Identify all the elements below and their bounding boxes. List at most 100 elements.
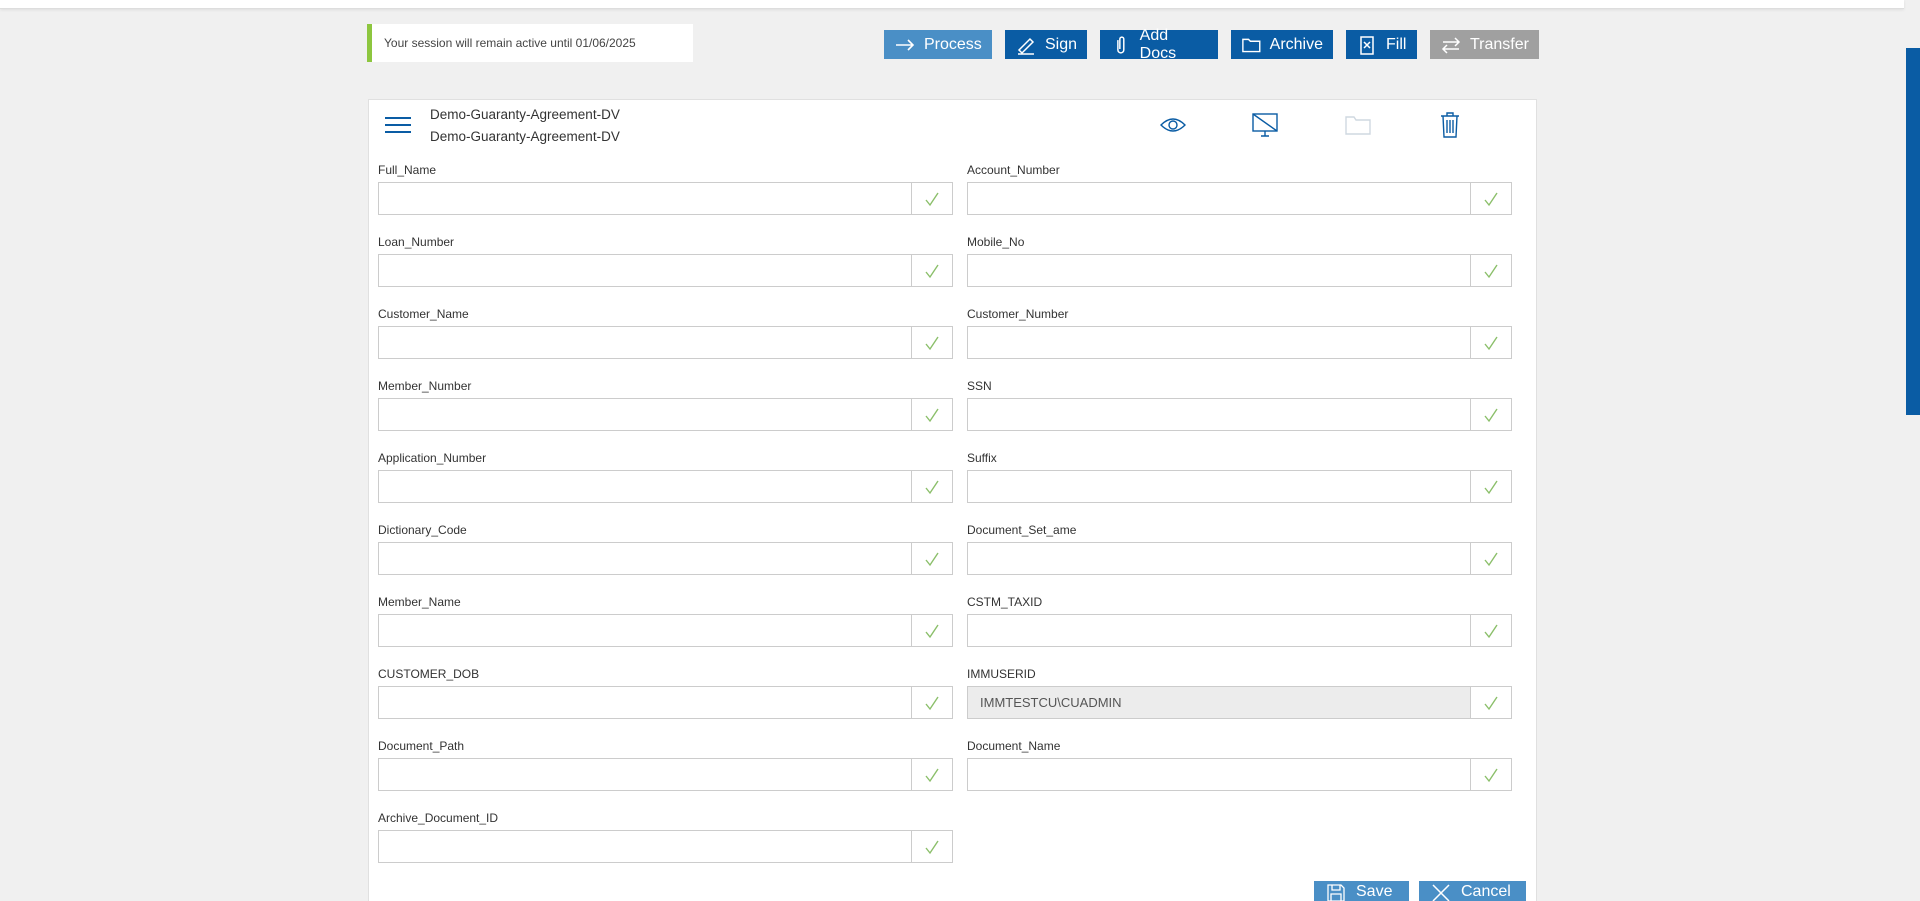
ssn-input[interactable] xyxy=(968,399,1470,430)
application-number-label: Application_Number xyxy=(378,451,487,465)
full-name-input-wrapper xyxy=(378,182,953,215)
customer-name-field-group: Customer_Name xyxy=(378,307,953,359)
member-name-label: Member_Name xyxy=(378,595,461,609)
suffix-input-wrapper xyxy=(967,470,1512,503)
account-number-label: Account_Number xyxy=(967,163,1060,177)
member-name-input-wrapper xyxy=(378,614,953,647)
checkmark-icon xyxy=(911,687,952,718)
fill-form-icon xyxy=(1360,35,1374,55)
checkmark-icon xyxy=(911,543,952,574)
cancel-button[interactable]: Cancel xyxy=(1419,881,1526,901)
folder-icon[interactable] xyxy=(1342,110,1374,140)
eye-icon[interactable] xyxy=(1157,110,1189,140)
archive-document-id-input[interactable] xyxy=(379,831,911,862)
application-number-input[interactable] xyxy=(379,471,911,502)
checkmark-icon xyxy=(1470,687,1511,718)
action-toolbar: Process Sign Add Docs Archive Fill Trans… xyxy=(884,27,1552,62)
mobile-no-field-group: Mobile_No xyxy=(967,235,1512,287)
customer-name-label: Customer_Name xyxy=(378,307,469,321)
pen-icon xyxy=(1017,37,1035,55)
add-docs-button[interactable]: Add Docs xyxy=(1100,27,1218,62)
member-number-field-group: Member_Number xyxy=(378,379,953,431)
loan-number-label: Loan_Number xyxy=(378,235,455,249)
document-title: Demo-Guaranty-Agreement-DV xyxy=(430,107,620,122)
save-button[interactable]: Save xyxy=(1314,881,1409,901)
immuserid-label: IMMUSERID xyxy=(967,667,1036,681)
fill-button[interactable]: Fill xyxy=(1346,30,1417,59)
suffix-field-group: Suffix xyxy=(967,451,1512,503)
loan-number-field-group: Loan_Number xyxy=(378,235,953,287)
checkmark-icon xyxy=(1470,759,1511,790)
cstm-taxid-field-group: CSTM_TAXID xyxy=(967,595,1512,647)
hamburger-icon[interactable] xyxy=(385,117,411,135)
archive-document-id-field-group: Archive_Document_ID xyxy=(378,811,953,863)
document-set-name-label: Document_Set_ame xyxy=(967,523,1077,537)
archive-document-id-label: Archive_Document_ID xyxy=(378,811,499,825)
cstm-taxid-input[interactable] xyxy=(968,615,1470,646)
mobile-no-input[interactable] xyxy=(968,255,1470,286)
fill-label: Fill xyxy=(1386,35,1407,53)
monitor-off-icon[interactable] xyxy=(1249,110,1281,140)
member-name-input[interactable] xyxy=(379,615,911,646)
member-number-input-wrapper xyxy=(378,398,953,431)
document-path-input[interactable] xyxy=(379,759,911,790)
immuserid-input xyxy=(968,687,1470,718)
checkmark-icon xyxy=(911,327,952,358)
checkmark-icon xyxy=(911,255,952,286)
dictionary-code-field-group: Dictionary_Code xyxy=(378,523,953,575)
floppy-icon xyxy=(1327,884,1345,901)
top-bar xyxy=(0,0,1904,9)
checkmark-icon xyxy=(1470,183,1511,214)
application-number-input-wrapper xyxy=(378,470,953,503)
cstm-taxid-input-wrapper xyxy=(967,614,1512,647)
sign-button[interactable]: Sign xyxy=(1005,30,1087,59)
archive-button[interactable]: Archive xyxy=(1231,30,1333,59)
process-button[interactable]: Process xyxy=(884,30,992,59)
customer-number-label: Customer_Number xyxy=(967,307,1069,321)
swap-arrows-icon xyxy=(1441,36,1461,54)
arrow-right-icon xyxy=(896,38,915,51)
document-set-name-input[interactable] xyxy=(968,543,1470,574)
session-text: Your session will remain active until 01… xyxy=(384,36,636,50)
member-name-field-group: Member_Name xyxy=(378,595,953,647)
member-number-input[interactable] xyxy=(379,399,911,430)
document-name-label: Document_Name xyxy=(967,739,1061,753)
checkmark-icon xyxy=(1470,255,1511,286)
paperclip-icon xyxy=(1117,35,1125,54)
dictionary-code-input[interactable] xyxy=(379,543,911,574)
sign-label: Sign xyxy=(1044,35,1077,53)
immuserid-field-group: IMMUSERID xyxy=(967,667,1512,719)
trash-icon[interactable] xyxy=(1434,110,1466,140)
save-label: Save xyxy=(1356,883,1393,900)
customer-number-input[interactable] xyxy=(968,327,1470,358)
document-set-name-input-wrapper xyxy=(967,542,1512,575)
full-name-field-group: Full_Name xyxy=(378,163,953,215)
document-path-input-wrapper xyxy=(378,758,953,791)
folder-icon xyxy=(1242,38,1261,52)
customer-name-input[interactable] xyxy=(379,327,911,358)
checkmark-icon xyxy=(1470,399,1511,430)
full-name-input[interactable] xyxy=(379,183,911,214)
checkmark-icon xyxy=(1470,471,1511,502)
suffix-input[interactable] xyxy=(968,471,1470,502)
cstm-taxid-label: CSTM_TAXID xyxy=(967,595,1043,609)
account-number-input-wrapper xyxy=(967,182,1512,215)
suffix-label: Suffix xyxy=(967,451,997,465)
checkmark-icon xyxy=(911,471,952,502)
archive-document-id-input-wrapper xyxy=(378,830,953,863)
add-docs-label: Add Docs xyxy=(1139,26,1177,62)
customer-dob-input[interactable] xyxy=(379,687,911,718)
loan-number-input[interactable] xyxy=(379,255,911,286)
mobile-no-label: Mobile_No xyxy=(967,235,1025,249)
account-number-input[interactable] xyxy=(968,183,1470,214)
transfer-button[interactable]: Transfer xyxy=(1430,30,1539,59)
session-notice: Your session will remain active until 01… xyxy=(367,24,693,62)
customer-name-input-wrapper xyxy=(378,326,953,359)
cancel-label: Cancel xyxy=(1461,883,1511,900)
customer-number-input-wrapper xyxy=(967,326,1512,359)
right-scroll-accent[interactable] xyxy=(1906,48,1920,415)
document-path-field-group: Document_Path xyxy=(378,739,953,791)
document-name-input[interactable] xyxy=(968,759,1470,790)
close-icon xyxy=(1432,884,1450,901)
document-name-input-wrapper xyxy=(967,758,1512,791)
